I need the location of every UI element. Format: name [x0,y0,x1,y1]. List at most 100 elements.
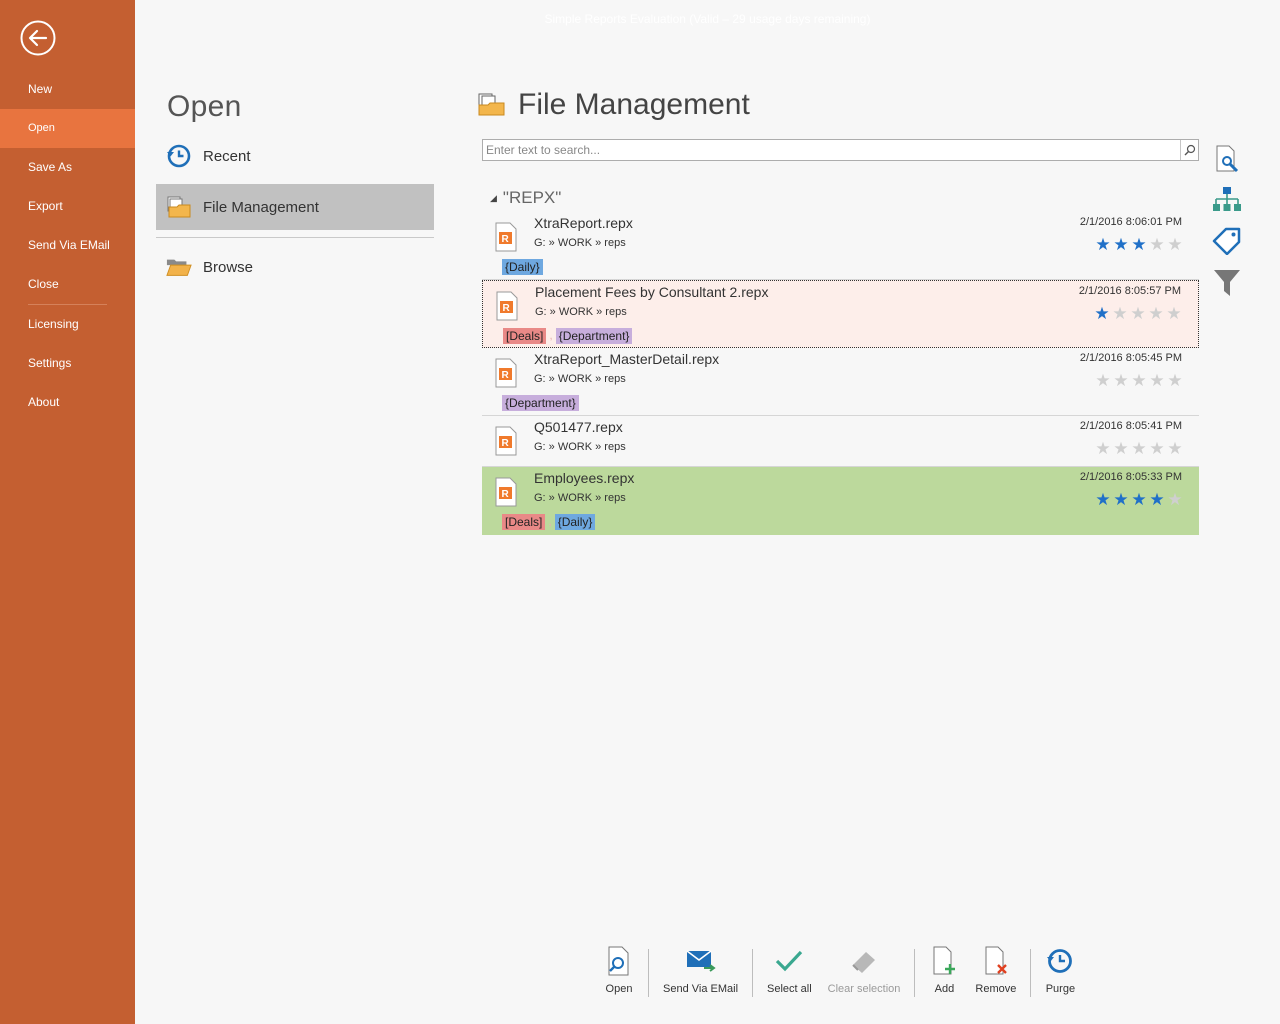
place-label: Browse [203,258,254,276]
place-browse[interactable]: Browse [156,244,434,290]
file-path: G: » WORK » reps [535,306,627,318]
purge-button[interactable]: Purge [1037,945,1083,995]
divider [156,237,434,238]
purge-clock-icon [1045,945,1075,977]
file-date: 2/1/2016 8:05:33 PM [1079,471,1182,483]
star-icon[interactable]: ★ [1166,236,1184,254]
file-row[interactable]: R Q501477.repx G: » WORK » reps 2/1/2016… [482,416,1199,467]
star-icon[interactable]: ★ [1130,372,1148,390]
remove-label: Remove [975,983,1017,995]
remove-button[interactable]: Remove [967,945,1024,995]
send-via-email-button[interactable]: Send Via EMail [655,945,746,995]
search-input[interactable] [483,140,1176,160]
rating-stars[interactable]: ★ ★ ★ ★ ★ [1094,236,1184,254]
add-button[interactable]: Add [921,945,967,995]
file-date: 2/1/2016 8:05:57 PM [1078,285,1181,297]
toolbar-divider [914,949,916,997]
report-settings-icon [1216,145,1239,173]
star-icon[interactable]: ★ [1130,440,1148,458]
file-row[interactable]: R XtraReport.repx G: » WORK » reps 2/1/2… [482,212,1199,280]
send-via-email-label: Send Via EMail [663,983,739,995]
toolbar-divider [752,949,754,997]
star-icon[interactable]: ★ [1130,236,1148,254]
group-header[interactable]: ◢ "REPX" [490,188,561,208]
star-icon[interactable]: ★ [1148,440,1166,458]
rating-stars[interactable]: ★ ★ ★ ★ ★ [1093,305,1183,323]
tags-button[interactable] [1212,226,1242,256]
file-row[interactable]: R XtraReport_MasterDetail.repx G: » WORK… [482,348,1199,416]
star-icon[interactable]: ★ [1111,305,1129,323]
star-icon[interactable]: ★ [1094,372,1112,390]
clear-selection-button[interactable]: Clear selection [820,945,909,995]
star-icon[interactable]: ★ [1112,236,1130,254]
sidebar-item-licensing[interactable]: Licensing [0,305,135,344]
star-icon[interactable]: ★ [1166,372,1184,390]
star-icon[interactable]: ★ [1166,491,1184,509]
file-name: Placement Fees by Consultant 2.repx [535,284,769,300]
hierarchy-button[interactable] [1212,185,1242,215]
folder-icon [166,254,192,280]
star-icon[interactable]: ★ [1148,372,1166,390]
star-icon[interactable]: ★ [1093,305,1111,323]
eraser-icon [849,945,879,977]
tag-department[interactable]: {Department} [555,328,633,344]
open-file-icon [604,945,634,977]
tag-separator: , [548,514,552,528]
star-icon[interactable]: ★ [1094,491,1112,509]
repx-file-icon: R [493,222,519,257]
star-icon[interactable]: ★ [1147,305,1165,323]
back-button[interactable] [20,20,56,56]
page-title: Open [167,90,242,123]
svg-text:R: R [502,370,510,381]
select-all-label: Select all [767,983,812,995]
tag-daily[interactable]: {Daily} [502,259,543,275]
place-file-management[interactable]: File Management [156,184,434,230]
send-email-icon [686,945,716,977]
repx-file-icon: R [494,291,520,326]
open-button[interactable]: Open [596,945,642,995]
sidebar-nav: New Open Save As Export Send Via EMail C… [0,70,135,422]
star-icon[interactable]: ★ [1166,440,1184,458]
file-row[interactable]: R Employees.repx G: » WORK » reps 2/1/20… [482,467,1199,535]
sidebar-item-open[interactable]: Open [0,109,135,148]
place-recent[interactable]: Recent [156,133,434,179]
tag-deals[interactable]: [Deals] [503,328,547,344]
filter-icon [1214,270,1240,296]
star-icon[interactable]: ★ [1165,305,1183,323]
svg-text:R: R [502,234,510,245]
tag-department[interactable]: {Department} [502,395,579,411]
sidebar-item-export[interactable]: Export [0,187,135,226]
star-icon[interactable]: ★ [1130,491,1148,509]
tag-separator: , [549,328,553,342]
file-tags: [Deals] , {Daily} [502,514,596,530]
sidebar-item-settings[interactable]: Settings [0,344,135,383]
sidebar-item-new[interactable]: New [0,70,135,109]
bottom-toolbar: Open Send Via EMail Select all Clear sel… [596,945,1083,1000]
rating-stars[interactable]: ★ ★ ★ ★ ★ [1094,440,1184,458]
sidebar-item-send-via-email[interactable]: Send Via EMail [0,226,135,265]
star-icon[interactable]: ★ [1112,491,1130,509]
filter-button[interactable] [1212,268,1242,298]
star-icon[interactable]: ★ [1112,440,1130,458]
sidebar-item-save-as[interactable]: Save As [0,148,135,187]
tag-deals[interactable]: [Deals] [502,514,546,530]
search-button[interactable] [1180,140,1198,160]
rating-stars[interactable]: ★ ★ ★ ★ ★ [1094,491,1184,509]
rating-stars[interactable]: ★ ★ ★ ★ ★ [1094,372,1184,390]
star-icon[interactable]: ★ [1094,236,1112,254]
checkmark-icon [774,945,804,977]
sidebar-item-close[interactable]: Close [0,265,135,304]
tag-daily[interactable]: {Daily} [554,514,596,530]
star-icon[interactable]: ★ [1112,372,1130,390]
report-settings-button[interactable] [1212,144,1242,174]
star-icon[interactable]: ★ [1148,491,1166,509]
collapse-triangle-icon[interactable]: ◢ [490,193,497,204]
toolbar-divider [648,949,649,997]
star-icon[interactable]: ★ [1094,440,1112,458]
sidebar-item-about[interactable]: About [0,383,135,422]
file-row[interactable]: R Placement Fees by Consultant 2.repx G:… [482,280,1199,348]
star-icon[interactable]: ★ [1129,305,1147,323]
select-all-button[interactable]: Select all [759,945,820,995]
repx-file-icon: R [493,358,519,393]
star-icon[interactable]: ★ [1148,236,1166,254]
